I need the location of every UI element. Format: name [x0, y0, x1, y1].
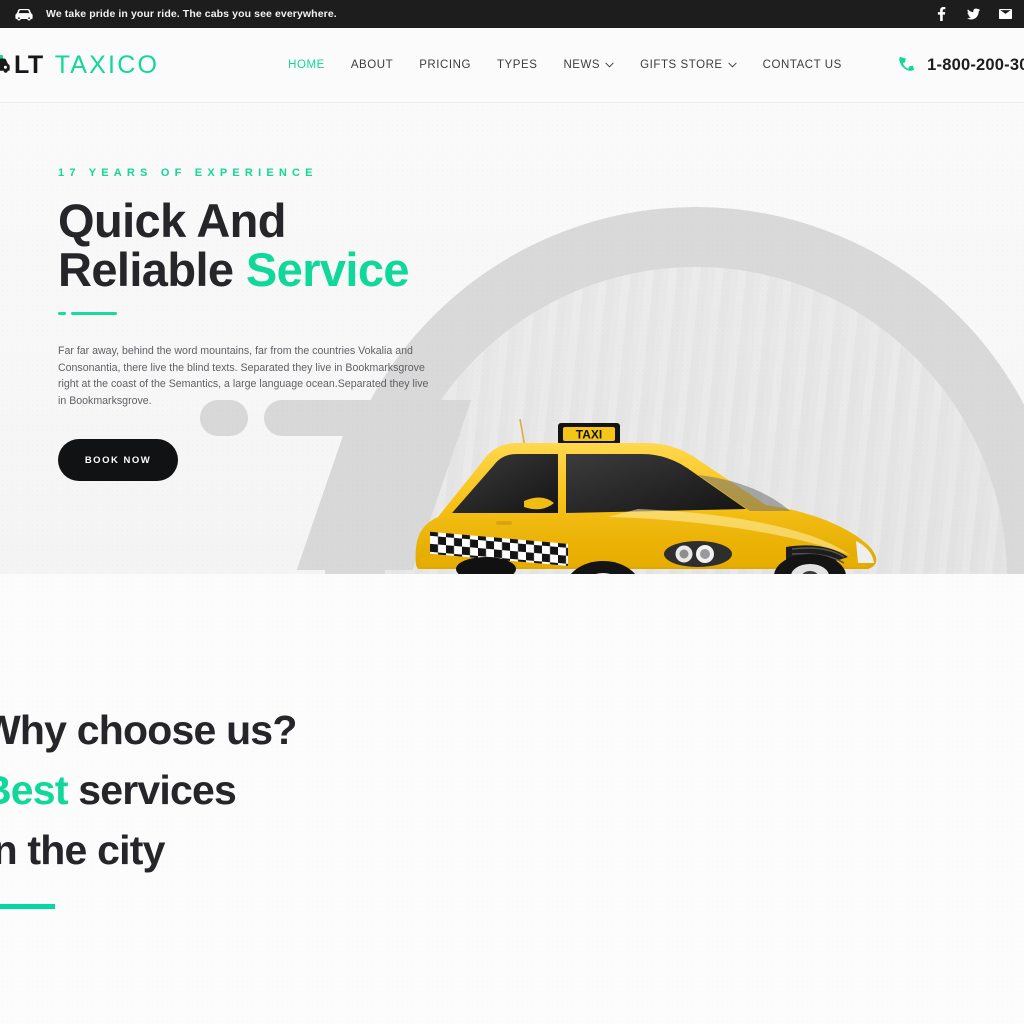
nav-label: PRICING: [419, 59, 471, 71]
hero-title-line2-plain: Reliable: [58, 243, 246, 296]
nav-item-home[interactable]: HOME: [275, 59, 338, 71]
chevron-down-icon: [728, 62, 737, 68]
logo-text-primary: LT: [14, 50, 44, 79]
nav-label: CONTACT US: [762, 59, 842, 71]
nav-item-about[interactable]: ABOUT: [338, 59, 406, 71]
hero-accent-divider: [58, 312, 1024, 315]
hero-paragraph: Far far away, behind the word mountains,…: [58, 345, 429, 407]
phone-icon: [899, 57, 916, 74]
nav-item-pricing[interactable]: PRICING: [406, 59, 484, 71]
nav-item-types[interactable]: TYPES: [484, 59, 550, 71]
taxi-illustration: TAXI: [398, 413, 898, 574]
nav-label: HOME: [288, 59, 325, 71]
hero-title-line1: Quick And: [58, 194, 286, 247]
features-heading-line3: in the city: [0, 827, 165, 873]
nav-item-news[interactable]: NEWS: [550, 59, 627, 71]
header-phone[interactable]: 1-800-200-300: [899, 28, 1024, 103]
nav-label: ABOUT: [350, 59, 394, 71]
features-heading-line2: Best services: [0, 760, 297, 820]
email-icon[interactable]: [999, 7, 1012, 21]
facebook-icon[interactable]: [935, 7, 948, 21]
nav-label: GIFTS STORE: [640, 59, 723, 71]
hero-title-line2-accent: Service: [245, 243, 410, 296]
social-links: [935, 0, 1012, 28]
site-logo[interactable]: LT TAXICO: [0, 51, 159, 80]
hero-section: 17 YEARS OF EXPERIENCE Quick And Reliabl…: [0, 103, 1024, 574]
features-heading-accent: Best: [0, 767, 68, 813]
why-choose-us-section: Why choose us? Best services in the city…: [0, 574, 1024, 1024]
twitter-icon[interactable]: [967, 7, 980, 21]
chevron-down-icon: [605, 62, 614, 68]
features-heading-plain: services: [67, 767, 237, 813]
topbar-message: We take pride in your ride. The cabs you…: [46, 8, 337, 20]
nav-label: TYPES: [496, 59, 538, 71]
taxi-roof-sign-text: TAXI: [576, 428, 602, 442]
features-underline: [0, 904, 55, 909]
main-navigation: HOME ABOUT PRICING TYPES NEWS GIFTS STOR…: [275, 59, 855, 71]
top-announcement-bar: We take pride in your ride. The cabs you…: [0, 0, 1024, 28]
features-heading-block: Why choose us? Best services in the city: [0, 700, 297, 909]
features-heading-line1: Why choose us?: [0, 707, 297, 753]
hero-title: Quick And Reliable Service: [58, 196, 1024, 294]
site-header: LT TAXICO HOME ABOUT PRICING TYPES NEWS …: [0, 28, 1024, 103]
hero-eyebrow: 17 YEARS OF EXPERIENCE: [58, 167, 318, 179]
nav-item-contact-us[interactable]: CONTACT US: [750, 59, 855, 71]
nav-item-gifts-store[interactable]: GIFTS STORE: [627, 59, 750, 71]
nav-label: NEWS: [563, 59, 601, 71]
taxi-car-logo-icon: [0, 54, 12, 76]
phone-number: 1-800-200-300: [927, 56, 1024, 74]
car-icon: [14, 7, 34, 21]
topbar-left-group: We take pride in your ride. The cabs you…: [14, 7, 337, 21]
logo-text-secondary: TAXICO: [54, 50, 160, 79]
book-now-button[interactable]: BOOK NOW: [58, 439, 178, 482]
